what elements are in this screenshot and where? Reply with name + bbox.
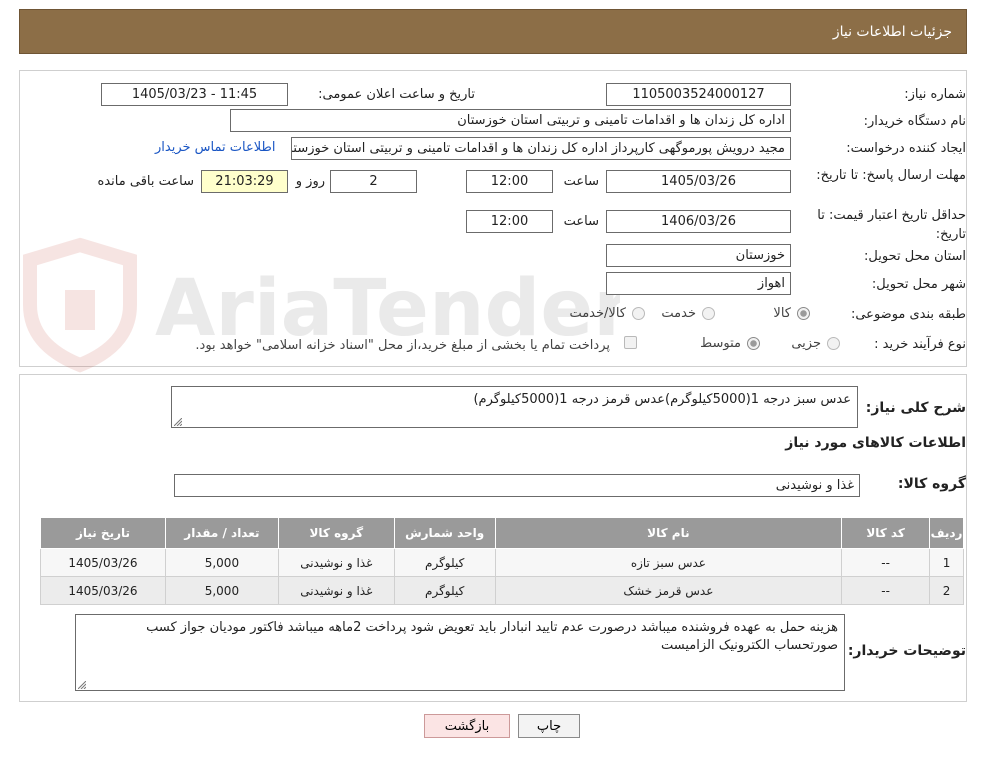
need-number-label: شماره نیاز: xyxy=(904,87,966,102)
notes-text: هزینه حمل به عهده فروشنده میباشد درصورت … xyxy=(146,620,838,653)
validity-date-field: 1406/03/26 xyxy=(606,210,791,233)
summary-text: عدس سبز درجه 1(5000کیلوگرم)عدس قرمز درجه… xyxy=(473,392,851,407)
province-field: خوزستان xyxy=(606,244,791,267)
cell-group: غذا و نوشیدنی xyxy=(277,576,395,605)
city-label: شهر محل تحویل: xyxy=(871,277,966,292)
col-group: گروه کالا xyxy=(277,517,395,549)
goods-section-title: اطلاعات کالاهای مورد نیاز xyxy=(785,435,966,451)
cell-date: 1405/03/26 xyxy=(40,548,166,577)
category-goods-label: کالا xyxy=(773,306,791,321)
deadline-time-label: ساعت xyxy=(563,174,599,189)
cell-name: عدس قرمز خشک xyxy=(494,576,843,605)
process-minor-label: جزیی xyxy=(791,336,821,351)
summary-label: شرح کلی نیاز: xyxy=(865,400,966,416)
table-header-row: ردیف کد کالا نام کالا واحد شمارش گروه کا… xyxy=(40,517,964,549)
radio-checked-icon[interactable] xyxy=(747,337,760,350)
buyer-org-label: نام دستگاه خریدار: xyxy=(863,114,966,129)
city-field: اهواز xyxy=(606,272,791,295)
summary-field[interactable]: عدس سبز درجه 1(5000کیلوگرم)عدس قرمز درجه… xyxy=(171,386,858,428)
buyer-contact-link[interactable]: اطلاعات تماس خریدار xyxy=(155,140,275,155)
announce-label: تاریخ و ساعت اعلان عمومی: xyxy=(318,87,475,102)
back-button[interactable]: بازگشت xyxy=(424,714,510,738)
goods-group-field: غذا و نوشیدنی xyxy=(174,474,860,497)
category-goods-service-option[interactable]: کالا/خدمت xyxy=(569,306,645,321)
process-minor-option[interactable]: جزیی xyxy=(791,336,840,351)
days-label: روز و xyxy=(295,174,325,189)
resize-grip-icon[interactable] xyxy=(174,418,182,426)
deadline-time-field: 12:00 xyxy=(466,170,553,193)
notes-field[interactable]: هزینه حمل به عهده فروشنده میباشد درصورت … xyxy=(75,614,845,691)
cell-qty: 5,000 xyxy=(164,576,279,605)
days-field: 2 xyxy=(330,170,417,193)
category-goods-option[interactable]: کالا xyxy=(773,306,810,321)
cell-row: 2 xyxy=(929,576,964,605)
remaining-time-field: 21:03:29 xyxy=(201,170,288,193)
radio-checked-icon[interactable] xyxy=(797,307,810,320)
deadline-date-field: 1405/03/26 xyxy=(606,170,791,193)
cell-code: -- xyxy=(841,576,931,605)
treasury-payment-note: پرداخت تمام یا بخشی از مبلغ خرید،از محل … xyxy=(195,338,610,353)
table-row: 2 -- عدس قرمز خشک کیلوگرم غذا و نوشیدنی … xyxy=(40,576,964,605)
radio-unchecked-icon[interactable] xyxy=(632,307,645,320)
page-title: جزئیات اطلاعات نیاز xyxy=(832,24,952,40)
process-label: نوع فرآیند خرید : xyxy=(874,337,966,352)
need-number-field: 1105003524000127 xyxy=(606,83,791,106)
announce-field: 1405/03/23 - 11:45 xyxy=(101,83,288,106)
requester-field: مجید درویش پورموگهی کارپرداز اداره کل زن… xyxy=(291,137,791,160)
cell-qty: 5,000 xyxy=(164,548,279,577)
cell-unit: کیلوگرم xyxy=(393,576,496,605)
col-unit: واحد شمارش xyxy=(393,517,496,549)
validity-time-label: ساعت xyxy=(563,214,599,229)
validity-label: حداقل تاریخ اعتبار قیمت: تا تاریخ: xyxy=(817,208,966,242)
requester-label: ایجاد کننده درخواست: xyxy=(846,141,966,156)
print-button[interactable]: چاپ xyxy=(518,714,580,738)
cell-code: -- xyxy=(841,548,931,577)
table-row: 1 -- عدس سبز تازه کیلوگرم غذا و نوشیدنی … xyxy=(40,548,964,577)
treasury-payment-checkbox[interactable] xyxy=(624,336,637,349)
cell-group: غذا و نوشیدنی xyxy=(277,548,395,577)
radio-unchecked-icon[interactable] xyxy=(702,307,715,320)
remaining-label: ساعت باقی مانده xyxy=(97,174,194,189)
col-row: ردیف xyxy=(929,517,964,549)
radio-unchecked-icon[interactable] xyxy=(827,337,840,350)
category-service-option[interactable]: خدمت xyxy=(661,306,715,321)
col-qty: تعداد / مقدار xyxy=(164,517,279,549)
category-goods-service-label: کالا/خدمت xyxy=(569,306,626,321)
process-medium-label: متوسط xyxy=(700,336,741,351)
category-label: طبقه بندی موضوعی: xyxy=(850,307,966,322)
cell-unit: کیلوگرم xyxy=(393,548,496,577)
col-name: نام کالا xyxy=(494,517,843,549)
province-label: استان محل تحویل: xyxy=(864,249,966,264)
validity-time-field: 12:00 xyxy=(466,210,553,233)
cell-row: 1 xyxy=(929,548,964,577)
cell-name: عدس سبز تازه xyxy=(494,548,843,577)
col-date: تاریخ نیاز xyxy=(40,517,166,549)
category-service-label: خدمت xyxy=(661,306,696,321)
col-code: کد کالا xyxy=(841,517,931,549)
page-header: جزئیات اطلاعات نیاز xyxy=(19,9,967,54)
goods-group-label: گروه کالا: xyxy=(897,476,966,492)
cell-date: 1405/03/26 xyxy=(40,576,166,605)
deadline-label: مهلت ارسال پاسخ: تا تاریخ: xyxy=(816,168,966,183)
buyer-org-field: اداره کل زندان ها و اقدامات تامینی و ترب… xyxy=(230,109,791,132)
goods-table: ردیف کد کالا نام کالا واحد شمارش گروه کا… xyxy=(40,517,964,605)
process-medium-option[interactable]: متوسط xyxy=(700,336,760,351)
notes-label: توضیحات خریدار: xyxy=(847,643,966,659)
resize-grip-icon[interactable] xyxy=(78,681,86,689)
